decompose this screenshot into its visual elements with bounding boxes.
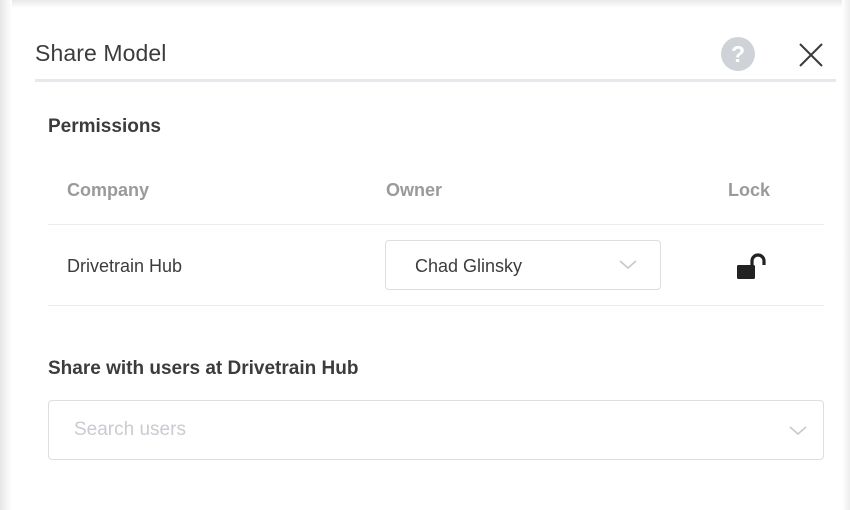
dialog-title: Share Model [35, 40, 167, 66]
search-users-input[interactable] [49, 401, 769, 459]
table-header-divider [48, 224, 824, 225]
lock-icon-glyph [737, 253, 766, 279]
top-shadow [0, 0, 850, 8]
owner-select[interactable]: Chad Glinsky [385, 240, 661, 290]
screen: Share Model ? Permissions Company Owner … [0, 0, 850, 510]
header-divider [35, 79, 836, 82]
chevron-down-icon [619, 260, 637, 269]
help-icon[interactable]: ? [721, 37, 755, 71]
share-users-heading: Share with users at Drivetrain Hub [48, 358, 359, 379]
table-row-divider [48, 305, 824, 306]
company-name-cell: Drivetrain Hub [67, 256, 183, 276]
share-model-dialog: Share Model ? Permissions Company Owner … [12, 8, 842, 510]
permissions-heading: Permissions [48, 116, 161, 137]
close-icon-glyph [799, 43, 823, 67]
owner-selected-value: Chad Glinsky [415, 256, 523, 276]
column-header-lock: Lock [728, 180, 771, 200]
column-header-owner: Owner [386, 180, 443, 200]
search-users-box[interactable] [48, 400, 824, 460]
column-header-company: Company [67, 180, 150, 200]
close-icon[interactable] [794, 38, 828, 72]
unlocked-padlock-icon[interactable] [735, 253, 771, 281]
chevron-down-icon[interactable] [789, 426, 807, 436]
left-shadow [0, 0, 12, 510]
right-shadow [842, 0, 850, 510]
